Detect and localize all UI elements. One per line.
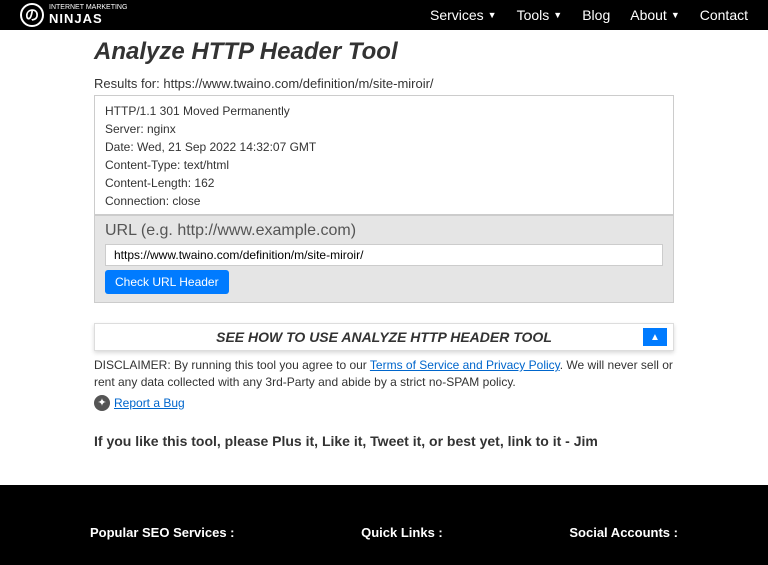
main-nav: Services ▼ Tools ▼ Blog About ▼ Contact <box>430 7 748 23</box>
nav-services[interactable]: Services ▼ <box>430 7 497 23</box>
nav-label: Services <box>430 7 484 23</box>
footer: Popular SEO Services : Quick Links : Soc… <box>0 485 768 565</box>
triangle-up-icon: ▲ <box>650 332 660 343</box>
bug-icon: ✦ <box>94 395 110 411</box>
result-line: HTTP/1.1 301 Moved Permanently <box>105 102 663 120</box>
url-label: URL (e.g. http://www.example.com) <box>105 222 663 240</box>
result-line: Content-Type: text/html <box>105 156 663 174</box>
share-text: If you like this tool, please Plus it, L… <box>94 433 674 449</box>
nav-contact[interactable]: Contact <box>700 7 748 23</box>
report-bug-link[interactable]: Report a Bug <box>114 396 185 410</box>
howto-bar[interactable]: SEE HOW TO USE ANALYZE HTTP HEADER TOOL … <box>94 323 674 351</box>
chevron-down-icon: ▼ <box>488 10 497 20</box>
logo-text: INTERNET MARKETING NINJAS <box>49 4 127 26</box>
logo[interactable]: の INTERNET MARKETING NINJAS <box>20 3 127 27</box>
page-title: Analyze HTTP Header Tool <box>94 38 674 66</box>
nav-about[interactable]: About ▼ <box>630 7 680 23</box>
result-line: Date: Wed, 21 Sep 2022 14:32:07 GMT <box>105 138 663 156</box>
disclaimer-pre: DISCLAIMER: By running this tool you agr… <box>94 358 370 372</box>
bug-row: ✦ Report a Bug <box>94 395 674 411</box>
input-section: URL (e.g. http://www.example.com) Check … <box>94 215 674 303</box>
url-input[interactable] <box>105 244 663 266</box>
nav-tools[interactable]: Tools ▼ <box>517 7 563 23</box>
nav-label: Tools <box>517 7 550 23</box>
nav-label: Blog <box>582 7 610 23</box>
nav-label: Contact <box>700 7 748 23</box>
logo-text-top: INTERNET MARKETING <box>49 4 127 11</box>
disclaimer: DISCLAIMER: By running this tool you agr… <box>94 357 674 391</box>
logo-text-bottom: NINJAS <box>49 11 127 26</box>
chevron-down-icon: ▼ <box>671 10 680 20</box>
chevron-down-icon: ▼ <box>553 10 562 20</box>
result-line: Connection: close <box>105 192 663 210</box>
check-url-button[interactable]: Check URL Header <box>105 270 229 294</box>
footer-col-seo: Popular SEO Services : <box>90 525 235 545</box>
terms-link[interactable]: Terms of Service and Privacy Policy <box>370 358 560 372</box>
top-header: の INTERNET MARKETING NINJAS Services ▼ T… <box>0 0 768 30</box>
result-line: Server: nginx <box>105 120 663 138</box>
footer-col-links: Quick Links : <box>361 525 443 545</box>
ninja-logo-icon: の <box>20 3 44 27</box>
nav-label: About <box>630 7 667 23</box>
main-container: Analyze HTTP Header Tool Results for: ht… <box>94 30 674 457</box>
results-label: Results for: https://www.twaino.com/defi… <box>94 76 674 91</box>
results-box[interactable]: HTTP/1.1 301 Moved Permanently Server: n… <box>94 95 674 215</box>
collapse-toggle[interactable]: ▲ <box>643 328 667 346</box>
result-line: Content-Length: 162 <box>105 174 663 192</box>
footer-col-social: Social Accounts : <box>569 525 678 545</box>
howto-text: SEE HOW TO USE ANALYZE HTTP HEADER TOOL <box>105 329 663 345</box>
nav-blog[interactable]: Blog <box>582 7 610 23</box>
result-line: Location: https://www.twaino.com/ <box>105 210 663 215</box>
